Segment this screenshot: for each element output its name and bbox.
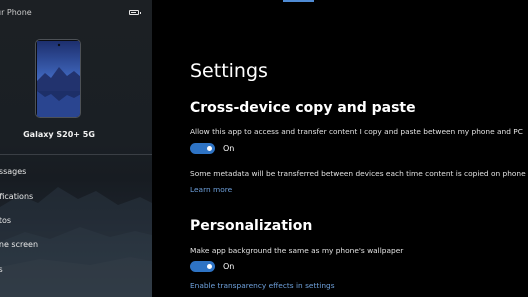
sidebar-item-photos[interactable]: otos bbox=[0, 214, 144, 228]
personalization-section-title: Personalization bbox=[190, 218, 313, 234]
transparency-settings-link[interactable]: Enable transparency effects in settings bbox=[190, 281, 335, 291]
copy-paste-description: Allow this app to access and transfer co… bbox=[190, 127, 523, 136]
sidebar-item-messages[interactable]: essages bbox=[0, 165, 144, 179]
your-phone-app-window: ur Phone Galaxy bbox=[0, 0, 528, 297]
learn-more-link[interactable]: Learn more bbox=[190, 185, 232, 195]
sidebar-divider bbox=[0, 154, 152, 155]
sidebar: ur Phone Galaxy bbox=[0, 0, 152, 297]
copy-paste-section-title: Cross-device copy and paste bbox=[190, 100, 416, 116]
sidebar-item-notifications[interactable]: tifications bbox=[0, 190, 144, 204]
toggle-knob bbox=[207, 264, 212, 269]
phone-wallpaper-image bbox=[37, 41, 80, 117]
toggle-knob bbox=[207, 146, 212, 151]
copy-paste-toggle[interactable] bbox=[190, 143, 215, 154]
metadata-note: Some metadata will be transferred betwee… bbox=[190, 169, 526, 178]
app-title: ur Phone bbox=[0, 8, 32, 17]
personalization-description: Make app background the same as my phone… bbox=[190, 246, 404, 255]
settings-panel: Settings Cross-device copy and paste All… bbox=[152, 0, 528, 297]
active-tab-indicator bbox=[283, 0, 314, 2]
copy-paste-toggle-label: On bbox=[223, 144, 235, 153]
battery-icon bbox=[129, 10, 141, 15]
sidebar-item-calls[interactable]: lls bbox=[0, 263, 144, 277]
device-name: Galaxy S20+ 5G bbox=[23, 130, 95, 139]
sidebar-item-phone-screen[interactable]: one screen bbox=[0, 238, 144, 252]
wallpaper-background-toggle[interactable] bbox=[190, 261, 215, 272]
battery-level-fill bbox=[131, 12, 136, 13]
page-title: Settings bbox=[190, 60, 268, 82]
phone-image bbox=[35, 39, 81, 118]
wallpaper-background-toggle-label: On bbox=[223, 262, 235, 271]
